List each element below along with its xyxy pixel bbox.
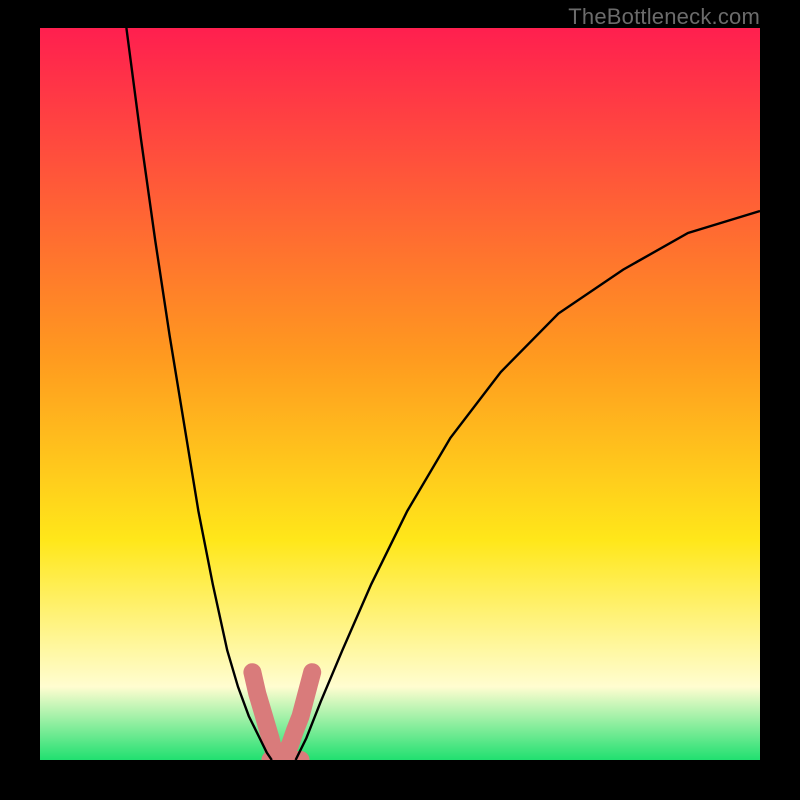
chart-frame: TheBottleneck.com	[0, 0, 800, 800]
plot-area	[40, 28, 760, 760]
attribution-text: TheBottleneck.com	[568, 4, 760, 30]
gradient-background	[40, 28, 760, 760]
chart-svg	[40, 28, 760, 760]
